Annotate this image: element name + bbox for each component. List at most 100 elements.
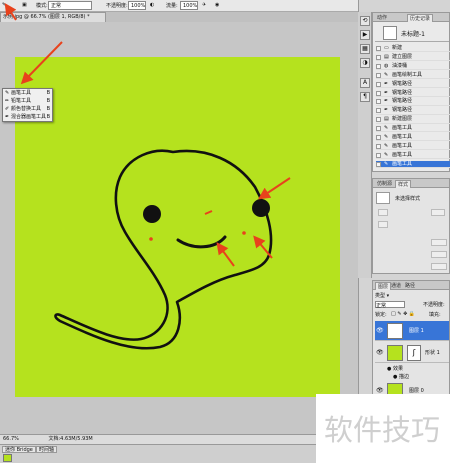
tab-mini-bridge[interactable]: 迷你 Bridge (2, 446, 36, 453)
flyout-item-brush[interactable]: ✎ 画笔工具 B (5, 90, 52, 97)
history-item[interactable]: ✎ 画笔工具 (376, 125, 450, 133)
pen-icon: ✒ (384, 98, 389, 105)
history-checkbox[interactable] (376, 126, 381, 132)
zoom-readout[interactable]: 66.7% (3, 436, 19, 442)
history-item-label: 钢笔路径 (392, 98, 413, 105)
panel-icon-strip: ⟲ ▶ ▦ ◑ A ¶ (358, 12, 372, 278)
tab-paths[interactable]: 路径 (403, 282, 417, 290)
ghost-field (431, 251, 447, 258)
history-item-label: 画笔绘制工具 (392, 71, 423, 78)
clone-source-tabs: 仿制源 样式 (373, 179, 449, 188)
paragraph-icon[interactable]: ¶ (360, 92, 370, 102)
layer-opacity-label: 不透明度: (423, 302, 445, 308)
history-item[interactable]: ✒ 钢笔路径 (376, 107, 450, 115)
layer-name: 形状 1 (425, 350, 440, 356)
lock-icons[interactable]: □ ✎ ✥ 🔒 (391, 311, 415, 317)
style-preview (376, 192, 390, 204)
style-label: 未选择样式 (395, 196, 421, 202)
actions-icon[interactable]: ▶ (360, 30, 370, 40)
history-item[interactable]: ✒ 钢笔路径 (376, 90, 450, 97)
history-item[interactable]: ◍ 油漆桶 (376, 62, 450, 71)
effect-stroke[interactable]: ● 描边 (393, 373, 409, 380)
history-checkbox[interactable] (376, 90, 381, 96)
history-item[interactable]: ✎ 画笔工具 (376, 151, 450, 160)
history-checkbox[interactable] (376, 81, 381, 87)
adjust-icon[interactable]: ◑ (360, 58, 370, 68)
history-item-label: 画笔工具 (392, 151, 413, 158)
history-item[interactable]: ✎ 画笔绘制工具 (376, 71, 450, 80)
history-item-label: 油漆桶 (392, 62, 408, 69)
layer-row[interactable]: 👁 ʃ 形状 1 (375, 343, 449, 363)
visibility-eye-icon[interactable]: 👁 (376, 327, 384, 334)
history-icon[interactable]: ⟲ (360, 16, 370, 26)
arrow-to-flyout (20, 41, 63, 85)
layer-icon: ▤ (384, 116, 389, 123)
history-checkbox[interactable] (376, 161, 381, 167)
tab-history[interactable]: 历史记录 (407, 14, 434, 22)
tab-clone-source[interactable]: 仿制源 (375, 180, 394, 188)
history-checkbox[interactable] (376, 54, 381, 60)
history-item-label: 建立图层 (392, 53, 413, 60)
history-checkbox[interactable] (376, 108, 381, 114)
layer-name: 图层 0 (409, 388, 424, 394)
brush-icon: ✎ (384, 142, 389, 149)
layers-tabs: 图层 通道 路径 (373, 281, 449, 290)
mini-thumbnail[interactable] (3, 454, 12, 462)
layer-thumbnail (387, 345, 403, 361)
swatches-icon[interactable]: ▦ (360, 44, 370, 54)
arrow-to-right-eye (258, 177, 291, 200)
fill-label: 填充: (429, 312, 441, 318)
pen-icon: ✒ (384, 107, 389, 114)
pen-icon: ✒ (384, 80, 389, 87)
tab-channels[interactable]: 通道 (389, 282, 403, 290)
arrow-to-tool-button (4, 3, 17, 21)
character-icon[interactable]: A (360, 78, 370, 88)
blend-mode-select[interactable]: 正常 (375, 301, 405, 309)
doc-info: 文档:4.63M/5.93M (48, 436, 93, 442)
history-checkbox[interactable] (376, 46, 381, 51)
pen-icon: ✒ (384, 89, 389, 96)
brush-tool-flyout: ✎ 画笔工具 B ✏ 铅笔工具 B ✐ 颜色替换工具 B ✒ 混合器画笔工具 B (2, 88, 53, 122)
brush-icon: ✎ (384, 125, 389, 132)
history-item[interactable]: ▤ 新建图层 (376, 116, 450, 124)
history-checkbox[interactable] (376, 143, 381, 149)
history-item[interactable]: ✒ 钢笔路径 (376, 98, 450, 106)
history-tabs: 动作 历史记录 (373, 13, 449, 22)
bottom-panel-tabs: 迷你 Bridge 时间轴 (0, 444, 358, 463)
flyout-item-mixer-brush[interactable]: ✒ 混合器画笔工具 B (5, 114, 52, 121)
clone-source-panel: 仿制源 样式 未选择样式 (372, 178, 450, 274)
history-checkbox[interactable] (376, 72, 381, 78)
history-item[interactable]: ✎ 画笔工具 (376, 134, 450, 142)
history-item[interactable]: ✒ 钢笔路径 (376, 81, 450, 88)
flyout-item-color-replace[interactable]: ✐ 颜色替换工具 B (5, 106, 52, 113)
history-checkbox[interactable] (376, 152, 381, 158)
history-item-label: 画笔工具 (392, 134, 413, 140)
ghost-field (431, 263, 447, 270)
history-item[interactable]: ▭ 新建 (376, 45, 450, 53)
layer-row[interactable]: 👁 图层 1 (375, 321, 449, 341)
history-item[interactable]: ✎ 画笔工具 (376, 142, 450, 151)
tab-timeline[interactable]: 时间轴 (36, 446, 58, 453)
flyout-item-pencil[interactable]: ✏ 铅笔工具 B (5, 98, 52, 105)
ghost-field (431, 209, 445, 216)
history-checkbox[interactable] (376, 63, 381, 69)
arrow-to-right-blush (253, 235, 273, 259)
visibility-eye-icon[interactable]: 👁 (376, 387, 384, 394)
brush-icon: ✎ (384, 151, 389, 158)
history-checkbox[interactable] (376, 135, 381, 140)
brush-icon: ✎ (384, 160, 389, 167)
tab-styles[interactable]: 样式 (395, 180, 412, 188)
visibility-eye-icon[interactable]: 👁 (376, 349, 384, 356)
bucket-icon: ◍ (384, 62, 389, 69)
history-checkbox[interactable] (376, 99, 381, 105)
history-item-label: 画笔工具 (392, 160, 413, 167)
ghost-field (378, 221, 388, 228)
history-item[interactable]: ✎ 画笔工具 (376, 160, 450, 169)
history-snapshot[interactable]: 未标题-1 (375, 24, 449, 42)
history-checkbox[interactable] (376, 117, 381, 123)
history-item[interactable]: ▤ 建立图层 (376, 53, 450, 62)
tab-history-extra[interactable]: 动作 (375, 14, 389, 22)
layer-kind-filter[interactable]: 类型 ▾ (375, 292, 389, 299)
history-item-label: 新建图层 (392, 116, 413, 123)
status-bar: 66.7% 文档:4.63M/5.93M (0, 434, 358, 444)
